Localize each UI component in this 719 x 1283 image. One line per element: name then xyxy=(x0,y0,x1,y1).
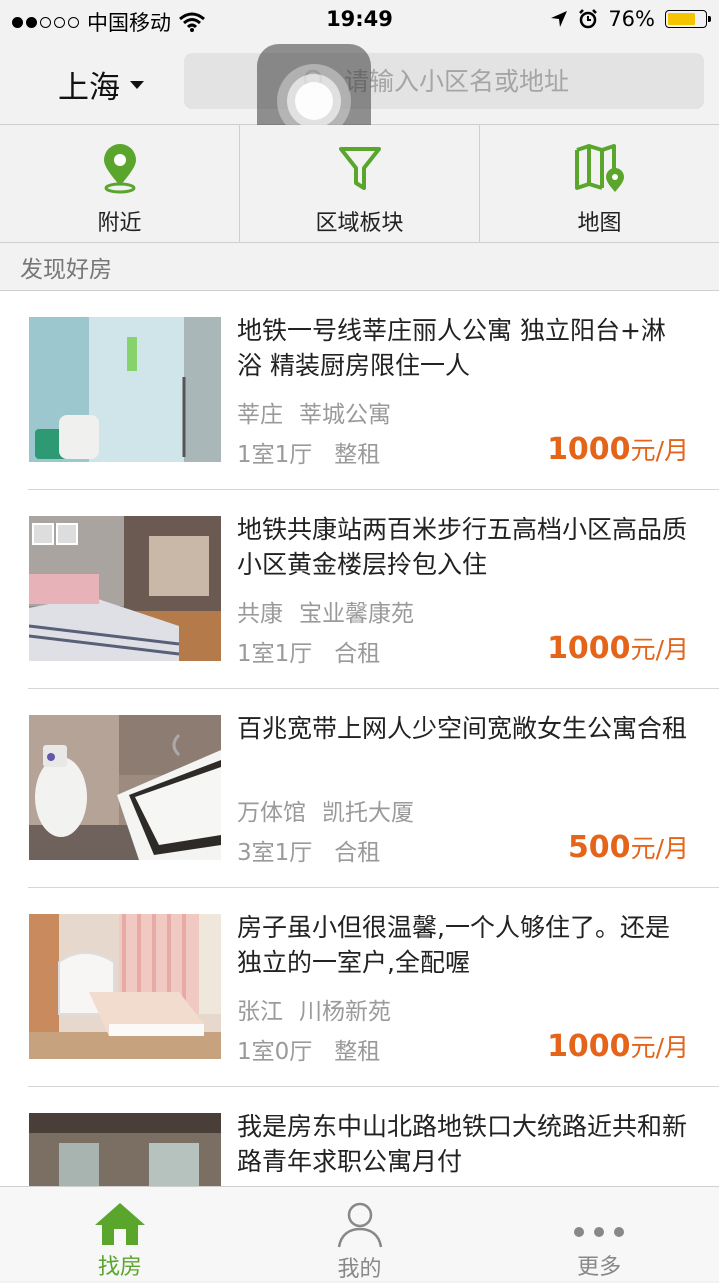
listing-layout: 1室0厅 xyxy=(237,1039,313,1065)
listing-title: 我是房东中山北路地铁口大统路近共和新路青年求职公寓月付 xyxy=(237,1112,688,1176)
listing-photo xyxy=(29,317,221,462)
listing-title: 房子虽小但很温馨,一个人够住了。还是独立的一室户,全配喔 xyxy=(237,913,670,977)
listing-list: 地铁一号线莘庄丽人公寓 独立阳台+淋浴 精装厨房限住一人 莘庄 莘城公寓 1室1厅… xyxy=(0,290,719,1187)
status-right: 76% xyxy=(550,7,711,31)
listing-photo xyxy=(29,516,221,661)
listing-item[interactable]: 我是房东中山北路地铁口大统路近共和新路青年求职公寓月付 xyxy=(0,1087,719,1187)
price-unit: 元/月 xyxy=(630,834,689,863)
listing-meta: 1室1厅 整租 xyxy=(237,435,380,469)
price-value: 500 xyxy=(567,830,631,865)
person-icon xyxy=(337,1202,382,1248)
tab-mine[interactable]: 我的 xyxy=(240,1187,480,1282)
listing-area: 张江 xyxy=(237,999,283,1025)
caret-down-icon xyxy=(130,80,144,89)
listing-rent-type: 合租 xyxy=(334,641,381,667)
city-name: 上海 xyxy=(58,70,120,106)
price-value: 1000 xyxy=(547,432,631,467)
price-unit: 元/月 xyxy=(630,436,689,465)
alarm-icon xyxy=(579,9,598,29)
battery-level xyxy=(668,13,696,25)
listing-price: 1000元/月 xyxy=(547,431,689,467)
price-unit: 元/月 xyxy=(630,635,689,664)
tab-more[interactable]: 更多 xyxy=(479,1187,719,1281)
city-selector[interactable]: 上海 xyxy=(58,62,144,107)
listing-price: 1000元/月 xyxy=(547,630,689,666)
listing-photo xyxy=(29,715,221,860)
map-icon xyxy=(574,144,624,192)
battery-icon xyxy=(665,10,711,28)
battery-percent: 76% xyxy=(608,7,655,31)
listing-location: 张江 川杨新苑 xyxy=(237,992,391,1026)
listing-photo xyxy=(29,914,221,1059)
listing-photo xyxy=(29,1113,221,1187)
section-title: 发现好房 xyxy=(20,257,112,283)
listing-layout: 1室1厅 xyxy=(237,442,313,468)
listing-title: 地铁一号线莘庄丽人公寓 独立阳台+淋浴 精装厨房限住一人 xyxy=(237,316,666,380)
nav-district-label: 区域板块 xyxy=(315,211,404,236)
listing-location: 共康 宝业馨康苑 xyxy=(237,594,414,628)
listing-community: 莘城公寓 xyxy=(299,402,391,428)
listing-rent-type: 合租 xyxy=(334,840,381,866)
listing-title: 百兆宽带上网人少空间宽敞女生公寓合租 xyxy=(237,714,688,743)
listing-rent-type: 整租 xyxy=(334,1039,381,1065)
nav-district[interactable]: 区域板块 xyxy=(239,125,479,242)
listing-meta: 3室1厅 合租 xyxy=(237,833,380,867)
listing-location: 莘庄 莘城公寓 xyxy=(237,395,391,429)
listing-price: 500元/月 xyxy=(568,829,689,865)
search-input[interactable] xyxy=(342,65,686,97)
tab-find-house-label: 找房 xyxy=(97,1255,142,1280)
filter-icon xyxy=(338,147,381,190)
more-dots-icon xyxy=(574,1227,625,1237)
price-value: 1000 xyxy=(547,1029,631,1064)
listing-price: 1000元/月 xyxy=(547,1028,689,1064)
price-value: 1000 xyxy=(547,631,631,666)
listing-item[interactable]: 地铁共康站两百米步行五高档小区高品质小区黄金楼层拎包入住 共康 宝业馨康苑 1室1… xyxy=(0,490,719,689)
listing-title: 地铁共康站两百米步行五高档小区高品质小区黄金楼层拎包入住 xyxy=(237,515,688,579)
listing-layout: 3室1厅 xyxy=(237,840,313,866)
header: 上海 xyxy=(0,40,719,158)
nav-nearby[interactable]: 附近 xyxy=(0,125,239,242)
listing-layout: 1室1厅 xyxy=(237,641,313,667)
listing-area: 万体馆 xyxy=(237,800,306,826)
nav-nearby-label: 附近 xyxy=(97,211,142,236)
listing-location: 万体馆 凯托大厦 xyxy=(237,793,414,827)
nav-map[interactable]: 地图 xyxy=(479,125,719,242)
listing-community: 凯托大厦 xyxy=(322,800,414,826)
status-bar: 中国移动 19:49 76% xyxy=(0,0,719,40)
house-icon xyxy=(94,1203,145,1245)
nav-map-label: 地图 xyxy=(577,211,622,236)
price-unit: 元/月 xyxy=(630,1033,689,1062)
tab-find-house[interactable]: 找房 xyxy=(0,1187,240,1281)
tab-more-label: 更多 xyxy=(577,1255,622,1280)
quick-nav: 附近 区域板块 地图 xyxy=(0,125,719,243)
tab-bar: 找房 我的 更多 xyxy=(0,1186,719,1282)
listing-meta: 1室0厅 整租 xyxy=(237,1032,380,1066)
listing-item[interactable]: 房子虽小但很温馨,一个人够住了。还是独立的一室户,全配喔 张江 川杨新苑 1室0厅… xyxy=(0,888,719,1087)
listing-community: 川杨新苑 xyxy=(299,999,391,1025)
listing-item[interactable]: 百兆宽带上网人少空间宽敞女生公寓合租 万体馆 凯托大厦 3室1厅 合租 500元/月 xyxy=(0,689,719,888)
location-arrow-icon xyxy=(551,11,568,27)
listing-community: 宝业馨康苑 xyxy=(299,601,414,627)
location-pin-icon xyxy=(103,144,136,194)
listing-area: 莘庄 xyxy=(237,402,283,428)
tab-mine-label: 我的 xyxy=(337,1257,382,1282)
listing-area: 共康 xyxy=(237,601,283,627)
listing-meta: 1室1厅 合租 xyxy=(237,634,380,668)
listing-rent-type: 整租 xyxy=(334,442,381,468)
listing-item[interactable]: 地铁一号线莘庄丽人公寓 独立阳台+淋浴 精装厨房限住一人 莘庄 莘城公寓 1室1厅… xyxy=(0,291,719,490)
